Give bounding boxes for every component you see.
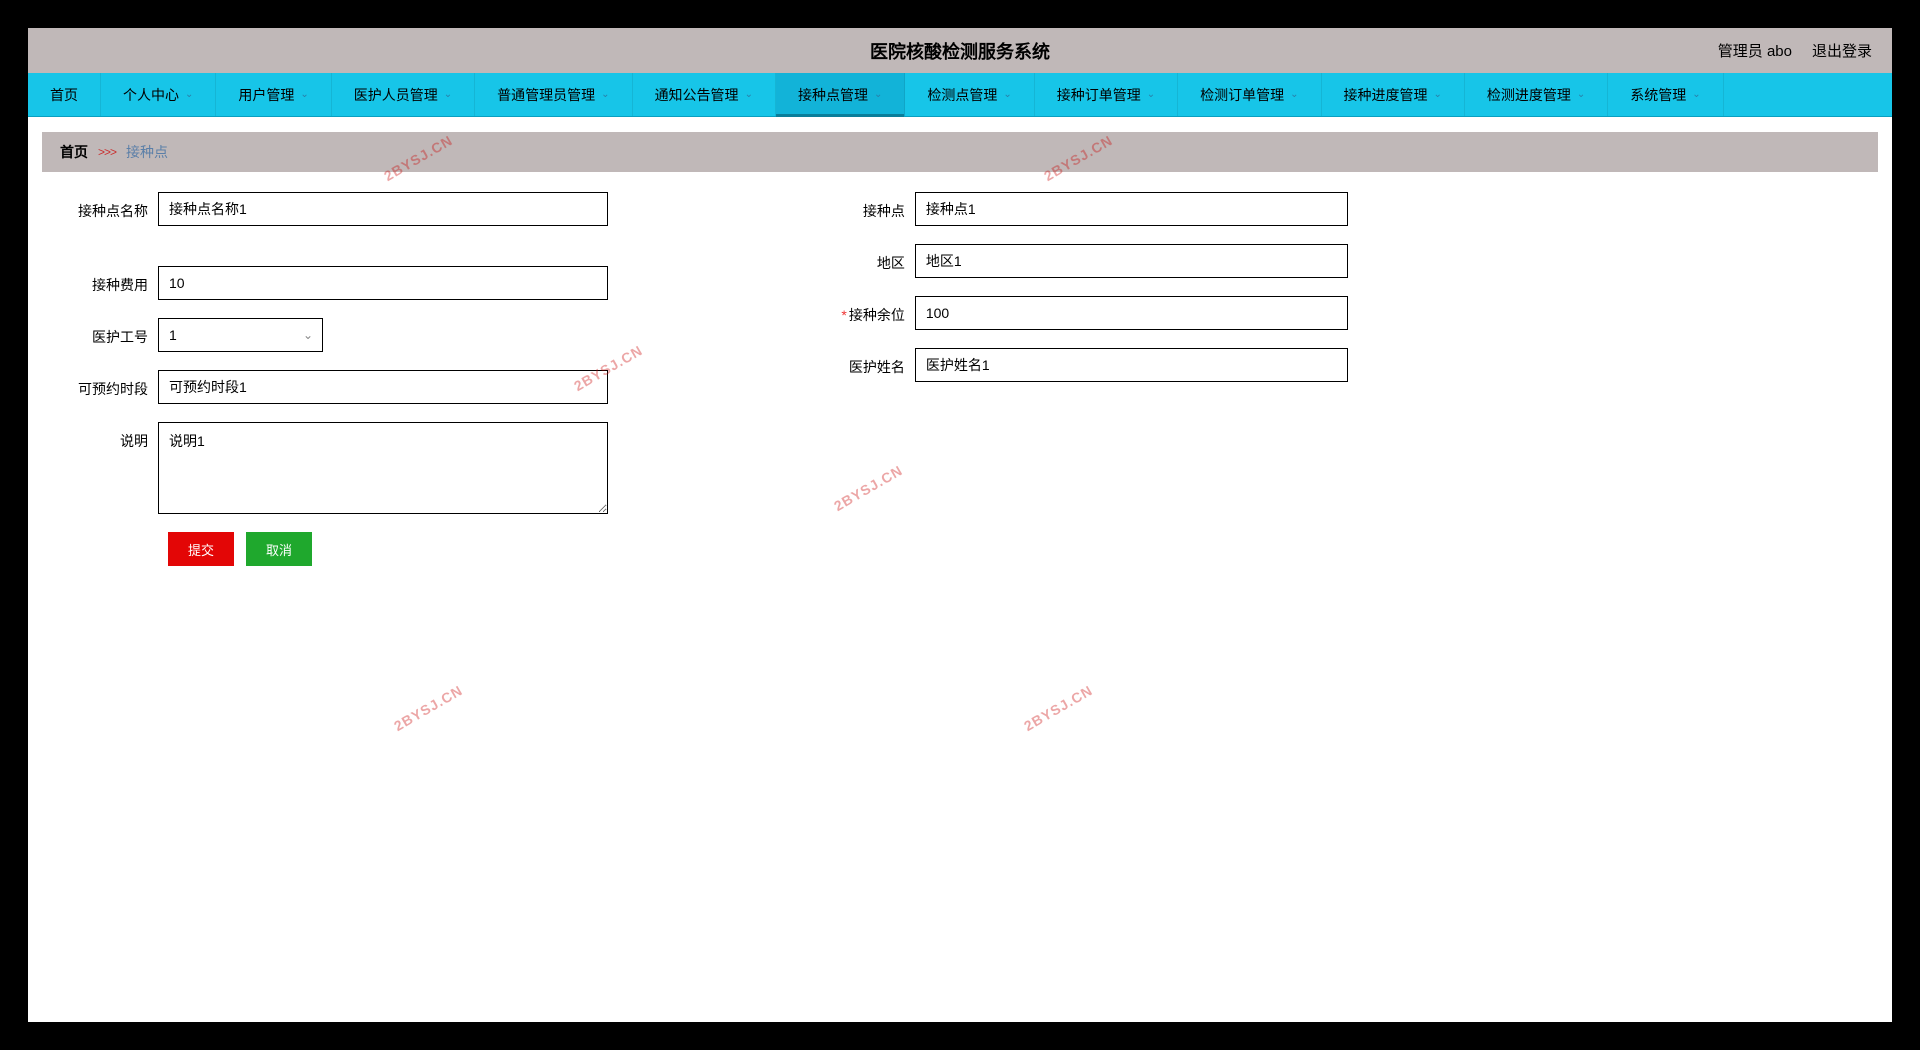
breadcrumb-home[interactable]: 首页 (60, 142, 88, 162)
required-mark: * (841, 307, 846, 323)
chevron-down-icon: ⌄ (1290, 89, 1298, 100)
nav-item[interactable]: 医护人员管理 ⌄ (332, 73, 475, 116)
chevron-down-icon: ⌄ (300, 89, 308, 100)
form-buttons: 提交 取消 (168, 532, 628, 566)
form-column-right: 接种点 地区 *接种余位 医护姓名 (828, 192, 1348, 566)
watermark: 2BYSJ.CN (391, 682, 465, 734)
chevron-down-icon: ⌄ (1003, 89, 1011, 100)
input-site[interactable] (915, 192, 1348, 226)
input-site-name[interactable] (158, 192, 608, 226)
nav-item[interactable]: 个人中心 ⌄ (101, 73, 216, 116)
nav-item-label: 通知公告管理 (655, 85, 739, 105)
form-column-left: 接种点名称 接种费用 医护工号 ⌄ 可预约时段 说明 (68, 192, 628, 566)
field-cost: 接种费用 (68, 266, 628, 300)
nav-item-label: 接种进度管理 (1344, 85, 1428, 105)
nav-item[interactable]: 接种订单管理 ⌄ (1035, 73, 1178, 116)
field-region: 地区 (828, 244, 1348, 278)
nav-item[interactable]: 用户管理 ⌄ (216, 73, 331, 116)
nav-item-label: 个人中心 (123, 85, 179, 105)
field-site-name: 接种点名称 (68, 192, 628, 226)
nav-item[interactable]: 接种点管理 ⌄ (776, 73, 905, 116)
chevron-down-icon: ⌄ (1577, 89, 1585, 100)
nav: 首页 个人中心 ⌄ 用户管理 ⌄ 医护人员管理 ⌄ 普通管理员管理 ⌄ 通知公告管理 ⌄ 接种点管理 ⌄… (28, 73, 1892, 117)
nav-item-label: 医护人员管理 (354, 85, 438, 105)
nav-item[interactable]: 检测订单管理 ⌄ (1178, 73, 1321, 116)
nav-item[interactable]: 接种进度管理 ⌄ (1322, 73, 1465, 116)
page-title: 医院核酸检测服务系统 (870, 38, 1050, 64)
submit-button[interactable]: 提交 (168, 532, 234, 566)
chevron-down-icon: ⌄ (185, 89, 193, 100)
header-right: 管理员 abo 退出登录 (1718, 40, 1872, 61)
input-remaining[interactable] (915, 296, 1348, 330)
chevron-down-icon: ⌄ (1147, 89, 1155, 100)
nav-item-label: 接种订单管理 (1057, 85, 1141, 105)
input-cost[interactable] (158, 266, 608, 300)
field-description: 说明 (68, 422, 628, 514)
app-window: 医院核酸检测服务系统 管理员 abo 退出登录 首页个人中心⌄用户管理⌄医护人员… (28, 28, 1892, 1022)
header: 医院核酸检测服务系统 管理员 abo 退出登录 (28, 28, 1892, 73)
nav-item-label: 首页 (50, 85, 78, 105)
nav-item[interactable]: 检测进度管理 ⌄ (1465, 73, 1608, 116)
select-wrap-staff-id: ⌄ (158, 318, 323, 352)
nav-item-label: 接种点管理 (798, 85, 868, 105)
label-timeslot: 可预约时段 (68, 370, 158, 404)
label-description: 说明 (68, 422, 158, 514)
label-remaining: *接种余位 (828, 296, 915, 330)
form-area: 接种点名称 接种费用 医护工号 ⌄ 可预约时段 说明 (28, 172, 1892, 586)
chevron-down-icon: ⌄ (745, 89, 753, 100)
chevron-down-icon: ⌄ (1434, 89, 1442, 100)
label-site-name: 接种点名称 (68, 192, 158, 226)
chevron-down-icon: ⌄ (874, 89, 882, 100)
field-timeslot: 可预约时段 (68, 370, 628, 404)
nav-item[interactable]: 通知公告管理 ⌄ (633, 73, 776, 116)
textarea-description[interactable] (158, 422, 608, 514)
input-timeslot[interactable] (158, 370, 608, 404)
nav-item-label: 用户管理 (238, 85, 294, 105)
nav-item[interactable]: 普通管理员管理 ⌄ (475, 73, 632, 116)
input-region[interactable] (915, 244, 1348, 278)
nav-item-label: 检测订单管理 (1200, 85, 1284, 105)
input-staff-name[interactable] (915, 348, 1348, 382)
nav-item-label: 检测点管理 (927, 85, 997, 105)
label-site: 接种点 (828, 192, 915, 226)
breadcrumb-current: 接种点 (126, 142, 168, 162)
user-label[interactable]: 管理员 abo (1718, 40, 1792, 61)
breadcrumb-separator-icon: >>> (98, 145, 116, 159)
chevron-down-icon: ⌄ (601, 89, 609, 100)
field-staff-id: 医护工号 ⌄ (68, 318, 628, 352)
breadcrumb: 首页 >>> 接种点 (42, 132, 1878, 172)
label-cost: 接种费用 (68, 266, 158, 300)
chevron-down-icon: ⌄ (444, 89, 452, 100)
nav-item[interactable]: 首页 (28, 73, 101, 116)
nav-item-label: 检测进度管理 (1487, 85, 1571, 105)
nav-item-label: 系统管理 (1630, 85, 1686, 105)
nav-item-label: 普通管理员管理 (497, 85, 595, 105)
chevron-down-icon: ⌄ (1692, 89, 1700, 100)
select-staff-id[interactable] (158, 318, 323, 352)
field-site: 接种点 (828, 192, 1348, 226)
label-region: 地区 (828, 244, 915, 278)
nav-item[interactable]: 系统管理 ⌄ (1608, 73, 1723, 116)
logout-link[interactable]: 退出登录 (1812, 40, 1872, 61)
field-staff-name: 医护姓名 (828, 348, 1348, 382)
cancel-button[interactable]: 取消 (246, 532, 312, 566)
watermark: 2BYSJ.CN (1021, 682, 1095, 734)
label-staff-name: 医护姓名 (828, 348, 915, 382)
field-remaining: *接种余位 (828, 296, 1348, 330)
nav-item[interactable]: 检测点管理 ⌄ (905, 73, 1034, 116)
label-staff-id: 医护工号 (68, 318, 158, 352)
